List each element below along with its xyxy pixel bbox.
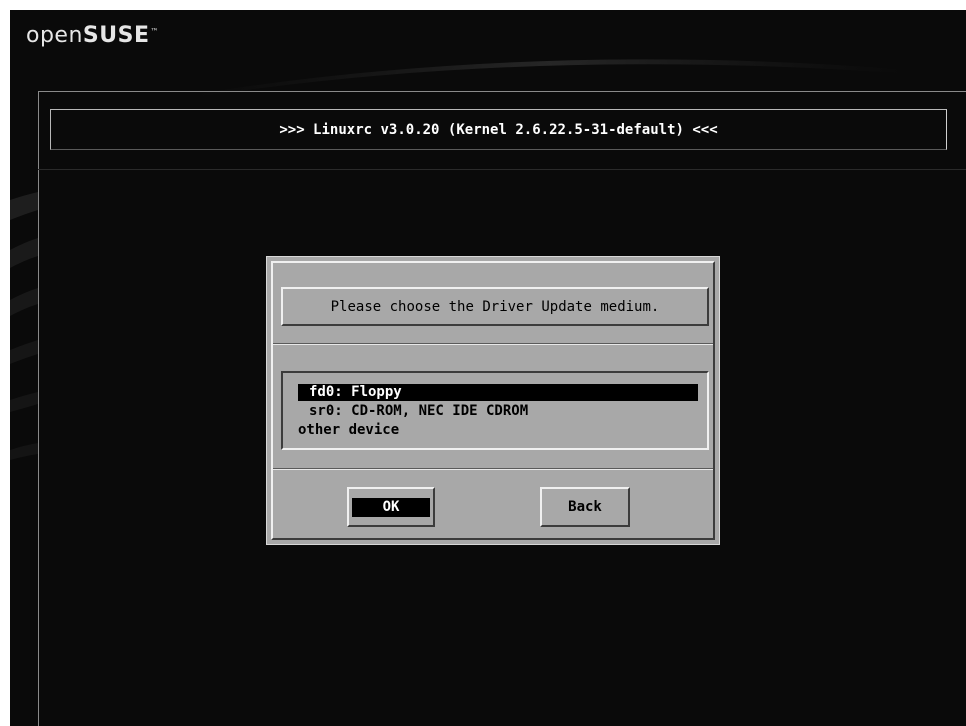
driver-update-dialog: Please choose the Driver Update medium. … <box>266 256 720 545</box>
prompt-text: Please choose the Driver Update medium. <box>330 298 660 315</box>
back-button-label: Back <box>568 499 602 515</box>
list-item-cdrom[interactable]: sr0: CD-ROM, NEC IDE CDROM <box>309 403 528 420</box>
title-text: >>> Linuxrc v3.0.20 (Kernel 2.6.22.5-31-… <box>279 121 718 138</box>
title-bar: >>> Linuxrc v3.0.20 (Kernel 2.6.22.5-31-… <box>50 109 947 150</box>
logo-open-text: open <box>26 23 83 48</box>
ok-button[interactable]: OK <box>347 487 435 527</box>
installer-screen: openSUSE™ >>> Linuxrc v3.0.20 (Kernel 2.… <box>10 10 966 726</box>
ok-button-label: OK <box>352 497 430 517</box>
back-button[interactable]: Back <box>540 487 630 527</box>
prompt-box: Please choose the Driver Update medium. <box>281 287 709 326</box>
list-item-floppy[interactable]: fd0: Floppy <box>298 384 698 401</box>
logo-trademark: ™ <box>150 27 159 36</box>
logo-suse-text: SUSE <box>82 23 150 48</box>
dialog-separator-highlight <box>273 469 713 470</box>
title-separator <box>38 169 966 170</box>
opensuse-logo: openSUSE™ <box>26 23 159 48</box>
dialog-separator-highlight <box>273 344 713 345</box>
device-list[interactable]: fd0: Floppy sr0: CD-ROM, NEC IDE CDROM o… <box>281 371 709 450</box>
list-item-other-device[interactable]: other device <box>298 422 399 439</box>
